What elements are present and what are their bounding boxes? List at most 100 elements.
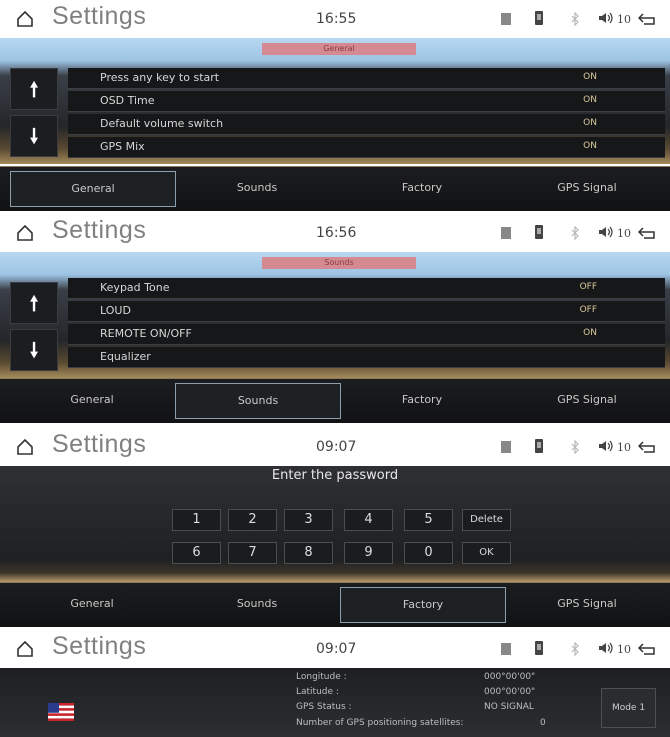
settings-panel-sounds: Settings 16:56 10 Sounds 🠕 🠗 Keypad Tone… <box>0 214 670 426</box>
setting-value: OFF <box>579 282 597 292</box>
section-header: General <box>262 43 416 55</box>
setting-label: GPS Mix <box>100 140 145 153</box>
setting-row[interactable]: LOUD OFF <box>68 301 665 322</box>
setting-row[interactable]: REMOTE ON/OFF ON <box>68 324 665 345</box>
setting-row[interactable]: Keypad Tone OFF <box>68 278 665 299</box>
tab-general[interactable]: General <box>10 383 174 417</box>
tab-bar: General Sounds Factory GPS Signal <box>0 166 670 211</box>
document-icon <box>501 441 511 453</box>
mode-button[interactable]: Mode 1 <box>601 688 656 728</box>
bluetooth-icon <box>571 226 579 240</box>
phone-icon <box>535 225 543 239</box>
settings-panel-gps-signal: Settings 09:07 10 Longitude : 000°00'00"… <box>0 630 670 737</box>
keypad-key-2[interactable]: 2 <box>228 509 277 531</box>
page-title: Settings <box>52 2 147 30</box>
scroll-up-button[interactable]: 🠕 <box>10 68 58 110</box>
setting-value: OFF <box>579 305 597 315</box>
keypad-key-8[interactable]: 8 <box>284 542 333 564</box>
tab-gps-signal[interactable]: GPS Signal <box>505 383 669 417</box>
setting-value: ON <box>583 72 597 82</box>
page-title: Settings <box>52 216 147 244</box>
settings-panel-factory: Settings 09:07 10 Enter the password 1 2… <box>0 428 670 628</box>
bluetooth-icon <box>571 440 579 454</box>
setting-value: ON <box>583 328 597 338</box>
keypad-key-7[interactable]: 7 <box>228 542 277 564</box>
clock: 16:56 <box>316 225 357 241</box>
gps-field-value: 0 <box>540 718 546 728</box>
tab-gps-signal[interactable]: GPS Signal <box>505 171 669 205</box>
document-icon <box>501 227 511 239</box>
tab-factory[interactable]: Factory <box>340 383 504 417</box>
speaker-icon[interactable] <box>598 642 614 654</box>
gps-field-label: Longitude : <box>296 672 347 682</box>
gps-field-value: 000°00'00" <box>484 672 536 682</box>
phone-icon <box>535 641 543 655</box>
setting-row[interactable]: GPS Mix ON <box>68 137 665 158</box>
setting-row[interactable]: Default volume switch ON <box>68 114 665 135</box>
setting-label: LOUD <box>100 304 131 317</box>
settings-panel-general: Settings 16:55 10 General 🠕 🠗 Press any … <box>0 0 670 212</box>
password-area <box>0 466 670 582</box>
setting-value: ON <box>583 95 597 105</box>
tab-sounds[interactable]: Sounds <box>175 383 341 419</box>
arrow-down-icon: 🠗 <box>29 338 39 362</box>
tab-bar: General Sounds Factory GPS Signal <box>0 378 670 423</box>
clock: 16:55 <box>316 11 357 27</box>
volume-level: 10 <box>617 227 631 240</box>
speaker-icon[interactable] <box>598 12 614 24</box>
back-icon[interactable] <box>638 13 656 25</box>
clock: 09:07 <box>316 439 357 455</box>
speaker-icon[interactable] <box>598 440 614 452</box>
volume-level: 10 <box>617 643 631 656</box>
clock: 09:07 <box>316 641 357 657</box>
status-bar: Settings 09:07 10 <box>0 428 670 466</box>
status-bar: Settings 09:07 10 <box>0 630 670 668</box>
bluetooth-icon <box>571 642 579 656</box>
page-title: Settings <box>52 632 147 660</box>
tab-sounds[interactable]: Sounds <box>175 171 339 205</box>
keypad-key-9[interactable]: 9 <box>344 542 393 564</box>
back-icon[interactable] <box>638 441 656 453</box>
setting-row[interactable]: Press any key to start ON <box>68 68 665 89</box>
home-icon[interactable] <box>16 640 34 658</box>
volume-level: 10 <box>617 441 631 454</box>
tab-factory[interactable]: Factory <box>340 587 506 623</box>
speaker-icon[interactable] <box>598 226 614 238</box>
ok-button[interactable]: OK <box>462 542 511 564</box>
keypad-key-6[interactable]: 6 <box>172 542 221 564</box>
keypad-key-4[interactable]: 4 <box>344 509 393 531</box>
tab-gps-signal[interactable]: GPS Signal <box>505 587 669 621</box>
gps-field-label: Latitude : <box>296 687 339 697</box>
setting-label: REMOTE ON/OFF <box>100 327 192 340</box>
tab-general[interactable]: General <box>10 587 174 621</box>
scroll-down-button[interactable]: 🠗 <box>10 329 58 371</box>
delete-button[interactable]: Delete <box>462 509 511 531</box>
home-icon[interactable] <box>16 224 34 242</box>
gps-field-label: GPS Status : <box>296 702 352 712</box>
keypad-key-0[interactable]: 0 <box>404 542 453 564</box>
setting-row[interactable]: Equalizer <box>68 347 665 368</box>
document-icon <box>501 13 511 25</box>
password-prompt: Enter the password <box>271 468 399 483</box>
back-icon[interactable] <box>638 227 656 239</box>
tab-general[interactable]: General <box>10 171 176 207</box>
setting-label: Equalizer <box>100 350 151 363</box>
setting-row[interactable]: OSD Time ON <box>68 91 665 112</box>
setting-value: ON <box>583 141 597 151</box>
home-icon[interactable] <box>16 10 34 28</box>
scroll-down-button[interactable]: 🠗 <box>10 115 58 157</box>
keypad-key-1[interactable]: 1 <box>172 509 221 531</box>
tab-factory[interactable]: Factory <box>340 171 504 205</box>
home-icon[interactable] <box>16 438 34 456</box>
arrow-up-icon: 🠕 <box>29 77 39 101</box>
page-title: Settings <box>52 430 147 458</box>
back-icon[interactable] <box>638 643 656 655</box>
bluetooth-icon <box>571 12 579 26</box>
setting-label: Press any key to start <box>100 71 220 84</box>
keypad-key-3[interactable]: 3 <box>284 509 333 531</box>
gps-field-label: Number of GPS positioning satellites: <box>296 718 464 728</box>
keypad-key-5[interactable]: 5 <box>404 509 453 531</box>
tab-sounds[interactable]: Sounds <box>175 587 339 621</box>
scroll-up-button[interactable]: 🠕 <box>10 282 58 324</box>
arrow-up-icon: 🠕 <box>29 291 39 315</box>
